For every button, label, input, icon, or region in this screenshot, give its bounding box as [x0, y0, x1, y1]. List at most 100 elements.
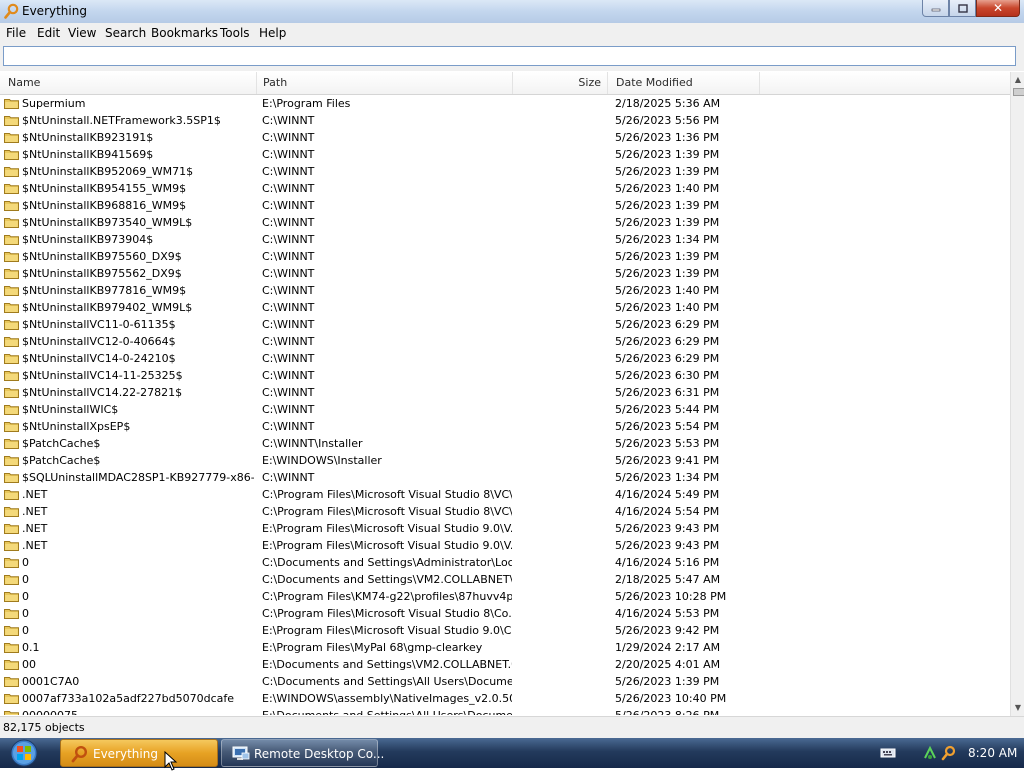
- row-name: 00000075: [22, 709, 254, 715]
- table-row[interactable]: $NtUninstallKB954155_WM9$ C:\WINNT 5/26/20…: [0, 180, 1008, 197]
- scroll-thumb[interactable]: [1013, 88, 1024, 96]
- clock[interactable]: 8:20 AM: [968, 746, 1017, 760]
- menu-search[interactable]: Search: [105, 26, 146, 40]
- row-path: C:\WINNT: [262, 352, 315, 365]
- row-path: C:\WINNT: [262, 216, 315, 229]
- menu-help[interactable]: Help: [259, 26, 286, 40]
- column-path-label: Path: [263, 76, 288, 89]
- table-row[interactable]: $NtUninstallKB968816_WM9$ C:\WINNT 5/26/20…: [0, 197, 1008, 214]
- table-row[interactable]: $SQLUninstallMDAC28SP1-KB927779-x86-E...…: [0, 469, 1008, 486]
- search-input[interactable]: [3, 46, 1016, 66]
- menu-tools[interactable]: Tools: [220, 26, 250, 40]
- mouse-cursor-icon: [164, 751, 178, 771]
- scroll-up-icon[interactable]: ▲: [1011, 73, 1024, 87]
- magnifier-icon[interactable]: [941, 745, 957, 761]
- folder-icon: [4, 116, 19, 126]
- folder-icon: [4, 439, 19, 449]
- folder-icon: [4, 337, 19, 347]
- table-row[interactable]: $NtUninstallVC11-0-61135$ C:\WINNT 5/26/20…: [0, 316, 1008, 333]
- taskbar-item-everything[interactable]: Everything: [60, 739, 218, 767]
- row-path: E:\Program Files: [262, 97, 351, 110]
- table-row[interactable]: $NtUninstallKB923191$ C:\WINNT 5/26/2023 1…: [0, 129, 1008, 146]
- column-name[interactable]: Name: [0, 72, 257, 94]
- row-date-modified: 5/26/2023 1:39 PM: [615, 165, 720, 178]
- table-row[interactable]: 0.1 E:\Program Files\MyPal 68\gmp-clearke…: [0, 639, 1008, 656]
- row-name: 0001C7A0: [22, 675, 80, 688]
- row-date-modified: 5/26/2023 9:42 PM: [615, 624, 720, 637]
- table-row[interactable]: $NtUninstallKB973904$ C:\WINNT 5/26/2023 1…: [0, 231, 1008, 248]
- table-row[interactable]: 0 C:\Documents and Settings\VM2.COLLABNET…: [0, 571, 1008, 588]
- column-date-modified[interactable]: Date Modified: [608, 72, 760, 94]
- row-path: E:\WINDOWS\Installer: [262, 454, 382, 467]
- table-row[interactable]: $NtUninstallXpsEP$ C:\WINNT 5/26/2023 5:54…: [0, 418, 1008, 435]
- table-row[interactable]: .NET E:\Program Files\Microsoft Visual St…: [0, 537, 1008, 554]
- table-row[interactable]: $NtUninstallVC12-0-40664$ C:\WINNT 5/26/20…: [0, 333, 1008, 350]
- table-row[interactable]: 0 E:\Program Files\Microsoft Visual Studi…: [0, 622, 1008, 639]
- table-row[interactable]: Supermium E:\Program Files 2/18/2025 5:36 …: [0, 95, 1008, 112]
- taskbar-item-remote-desktop[interactable]: Remote Desktop Co...: [221, 739, 384, 767]
- vertical-scrollbar[interactable]: ▲ ▼: [1010, 72, 1024, 716]
- table-row[interactable]: 0 C:\Program Files\Microsoft Visual Studi…: [0, 605, 1008, 622]
- minimize-button[interactable]: [922, 0, 949, 17]
- menu-bookmarks[interactable]: Bookmarks: [151, 26, 218, 40]
- row-path: C:\WINNT: [262, 420, 315, 433]
- table-row[interactable]: $NtUninstallVC14.22-27821$ C:\WINNT 5/26/2…: [0, 384, 1008, 401]
- row-date-modified: 5/26/2023 5:54 PM: [615, 420, 720, 433]
- keyboard-icon[interactable]: [880, 747, 896, 759]
- title-bar[interactable]: Everything ✕: [0, 0, 1024, 24]
- menu-edit[interactable]: Edit: [37, 26, 60, 40]
- table-row[interactable]: 0007af733a102a5adf227bd5070dcafe E:\WINDO…: [0, 690, 1008, 707]
- row-date-modified: 5/26/2023 9:41 PM: [615, 454, 720, 467]
- row-name: $PatchCache$: [22, 437, 101, 450]
- table-row[interactable]: $NtUninstallWIC$ C:\WINNT 5/26/2023 5:44 P…: [0, 401, 1008, 418]
- table-row[interactable]: .NET C:\Program Files\Microsoft Visual St…: [0, 486, 1008, 503]
- row-path: C:\WINNT: [262, 369, 315, 382]
- table-row[interactable]: $NtUninstallKB979402_WM9L$ C:\WINNT 5/26/2…: [0, 299, 1008, 316]
- row-name: $NtUninstallKB977816_WM9$: [22, 284, 187, 297]
- folder-icon: [4, 575, 19, 585]
- table-row[interactable]: $NtUninstallKB977816_WM9$ C:\WINNT 5/26/20…: [0, 282, 1008, 299]
- folder-icon: [4, 626, 19, 636]
- row-name: 0007af733a102a5adf227bd5070dcafe: [22, 692, 235, 705]
- scroll-down-icon[interactable]: ▼: [1011, 701, 1024, 715]
- table-row[interactable]: 0001C7A0 C:\Documents and Settings\All Us…: [0, 673, 1008, 690]
- folder-icon: [4, 269, 19, 279]
- network-icon[interactable]: [922, 745, 938, 761]
- table-row[interactable]: $NtUninstallKB975560_DX9$ C:\WINNT 5/26/20…: [0, 248, 1008, 265]
- table-row[interactable]: 0 C:\Program Files\KM74-g22\profiles\87hu…: [0, 588, 1008, 605]
- table-row[interactable]: $PatchCache$ E:\WINDOWS\Installer 5/26/202…: [0, 452, 1008, 469]
- row-name: 0: [22, 573, 29, 586]
- table-row[interactable]: $NtUninstallKB941569$ C:\WINNT 5/26/2023 1…: [0, 146, 1008, 163]
- column-path[interactable]: Path: [257, 72, 513, 94]
- table-row[interactable]: .NET C:\Program Files\Microsoft Visual St…: [0, 503, 1008, 520]
- row-path: E:\Documents and Settings\All Users\Docu…: [262, 709, 512, 715]
- table-row[interactable]: $NtUninstallVC14-0-24210$ C:\WINNT 5/26/20…: [0, 350, 1008, 367]
- table-row[interactable]: $PatchCache$ C:\WINNT\Installer 5/26/2023 …: [0, 435, 1008, 452]
- table-row[interactable]: $NtUninstallKB952069_WM71$ C:\WINNT 5/26/2…: [0, 163, 1008, 180]
- menu-file[interactable]: File: [6, 26, 26, 40]
- table-row[interactable]: $NtUninstallKB973540_WM9L$ C:\WINNT 5/26/2…: [0, 214, 1008, 231]
- close-icon: ✕: [992, 1, 1004, 15]
- table-row[interactable]: $NtUninstallVC14-11-25325$ C:\WINNT 5/26/2…: [0, 367, 1008, 384]
- table-row[interactable]: 00 E:\Documents and Settings\VM2.COLLABNE…: [0, 656, 1008, 673]
- table-row[interactable]: $NtUninstall.NETFramework3.5SP1$ C:\WINNT…: [0, 112, 1008, 129]
- maximize-button[interactable]: [949, 0, 976, 17]
- row-date-modified: 5/26/2023 1:39 PM: [615, 216, 720, 229]
- table-row[interactable]: $NtUninstallKB975562_DX9$ C:\WINNT 5/26/20…: [0, 265, 1008, 282]
- column-size[interactable]: Size: [513, 72, 608, 94]
- row-path: C:\WINNT: [262, 301, 315, 314]
- close-button[interactable]: ✕: [976, 0, 1020, 17]
- folder-icon: [4, 422, 19, 432]
- menu-view[interactable]: View: [68, 26, 96, 40]
- table-row[interactable]: .NET E:\Program Files\Microsoft Visual St…: [0, 520, 1008, 537]
- row-name: $NtUninstallKB975560_DX9$: [22, 250, 182, 263]
- row-name: Supermium: [22, 97, 86, 110]
- row-name: $NtUninstallKB952069_WM71$: [22, 165, 194, 178]
- table-row[interactable]: 0 C:\Documents and Settings\Administrator…: [0, 554, 1008, 571]
- row-date-modified: 4/16/2024 5:53 PM: [615, 607, 720, 620]
- row-path: E:\Program Files\MyPal 68\gmp-clearkey: [262, 641, 483, 654]
- row-name: $NtUninstallKB954155_WM9$: [22, 182, 187, 195]
- start-orb-icon[interactable]: [6, 739, 42, 767]
- table-row[interactable]: 00000075 E:\Documents and Settings\All Us…: [0, 707, 1008, 715]
- row-date-modified: 5/26/2023 1:40 PM: [615, 284, 720, 297]
